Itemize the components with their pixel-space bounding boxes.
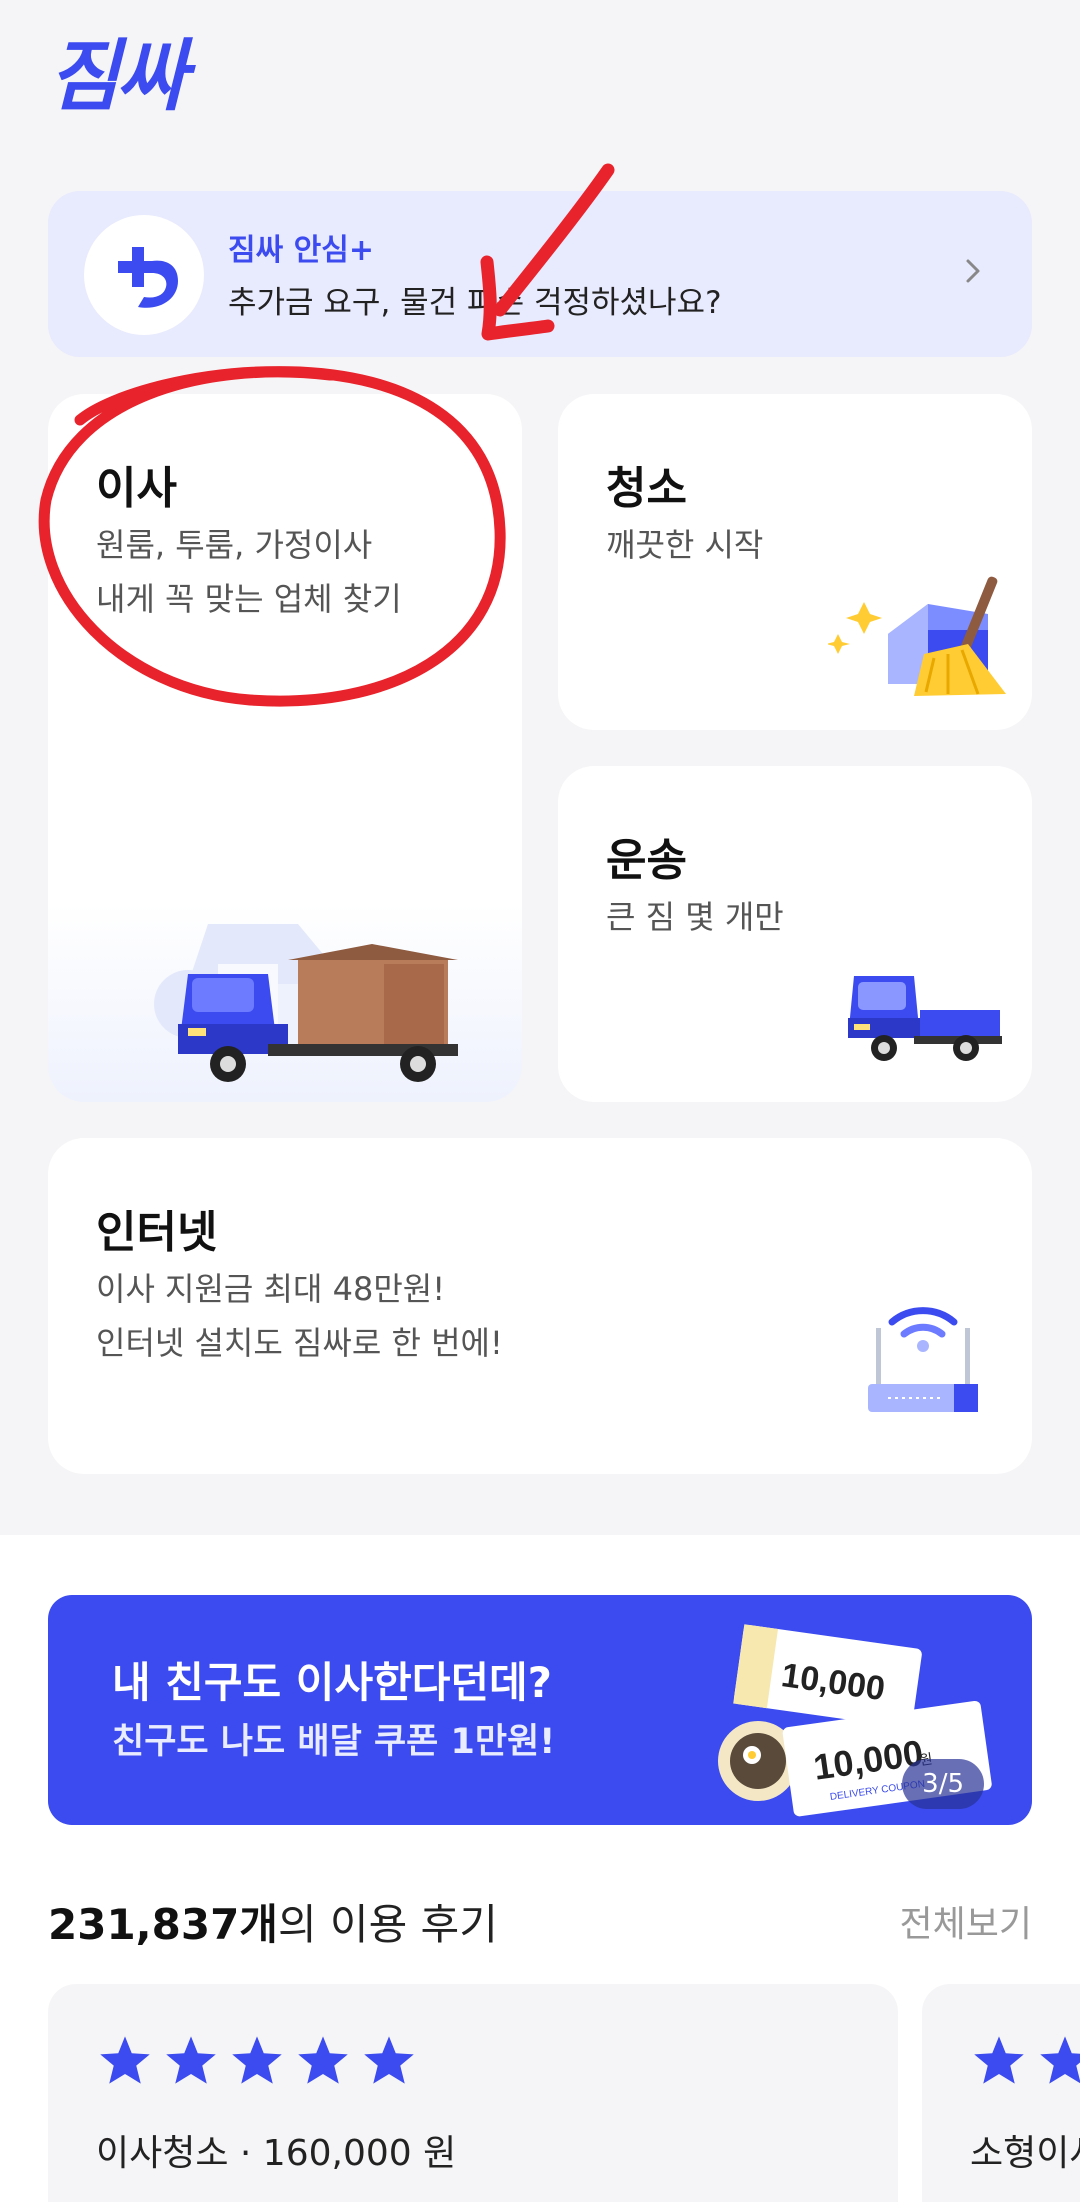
rating-stars [972,2034,1080,2086]
star-icon [100,2036,150,2084]
card-desc-line: 원룸, 투룸, 가정이사 [96,526,373,564]
review-card[interactable]: 이사청소 · 160,000 원 [48,1984,898,2202]
app-logo: 짐싸 [48,32,188,122]
card-title: 이사 [96,463,177,514]
card-description: 깨끗한 시작 [606,526,764,564]
safety-plus-banner[interactable]: 짐싸 안심+ 추가금 요구, 물건 파손 걱정하셨나요? [48,191,1032,357]
referral-banner[interactable]: 내 친구도 이사한다던데? 친구도 나도 배달 쿠폰 1만원! 10,000 1… [48,1595,1032,1825]
star-icon [1040,2036,1080,2084]
service-card-move[interactable]: 이사 원룸, 투룸, 가정이사 내게 꼭 맞는 업체 찾기 [48,394,522,1102]
card-description: 큰 짐 몇 개만 [606,898,784,936]
service-card-cleaning[interactable]: 청소 깨끗한 시작 [558,394,1032,730]
card-title: 인터넷 [96,1207,218,1258]
star-icon [974,2036,1024,2084]
pickup-truck-illustration [848,976,1002,1061]
review-header-suffix: 의 이용 후기 [277,1900,498,1949]
wifi-router-illustration [868,1307,978,1412]
promotion-review-section: 내 친구도 이사한다던데? 친구도 나도 배달 쿠폰 1만원! 10,000 1… [0,1535,1080,2202]
banner-page-indicator: 3/5 [902,1759,984,1809]
card-title: 청소 [606,463,687,514]
card-title: 운송 [606,835,687,886]
service-section: 짐싸 짐싸 안심+ 추가금 요구, 물건 파손 걱정하셨나요? 이사 원룸, 투… [0,0,1080,1535]
cleaning-illustration [828,576,1006,696]
service-card-internet[interactable]: 인터넷 이사 지원금 최대 48만원! 인터넷 설치도 짐싸로 한 번에! [48,1138,1032,1474]
card-desc-line: 이사 지원금 최대 48만원! [96,1270,446,1308]
plus-shield-icon [84,215,204,335]
promo-subtitle: 추가금 요구, 물건 파손 걱정하셨나요? [228,285,722,321]
banner-subtitle: 친구도 나도 배달 쿠폰 1만원! [112,1722,556,1762]
banner-title: 내 친구도 이사한다던데? [112,1658,553,1707]
rating-stars [98,2034,416,2086]
star-icon [232,2036,282,2084]
service-card-transport[interactable]: 운송 큰 짐 몇 개만 [558,766,1032,1102]
star-icon [364,2036,414,2084]
card-description: 이사 지원금 최대 48만원! 인터넷 설치도 짐싸로 한 번에! [96,1262,503,1370]
review-header: 231,837개의 이용 후기 [48,1891,498,1952]
review-count: 231,837개 [48,1900,278,1949]
star-icon [298,2036,348,2084]
card-description: 원룸, 투룸, 가정이사 내게 꼭 맞는 업체 찾기 [96,518,402,626]
app-screen: 짐싸 짐싸 안심+ 추가금 요구, 물건 파손 걱정하셨나요? 이사 원룸, 투… [0,0,1080,2202]
chevron-right-icon [966,259,980,283]
card-desc-line: 내게 꼭 맞는 업체 찾기 [96,580,402,618]
view-all-link[interactable]: 전체보기 [900,1895,1032,1947]
card-desc-line: 인터넷 설치도 짐싸로 한 번에! [96,1324,503,1362]
review-title: 소형이사 [970,2133,1080,2174]
review-card[interactable]: 소형이사 [922,1984,1080,2202]
promo-title: 짐싸 안심+ [228,233,374,268]
moving-truck-illustration [154,924,458,1082]
star-icon [166,2036,216,2084]
review-title: 이사청소 · 160,000 원 [96,2133,457,2174]
